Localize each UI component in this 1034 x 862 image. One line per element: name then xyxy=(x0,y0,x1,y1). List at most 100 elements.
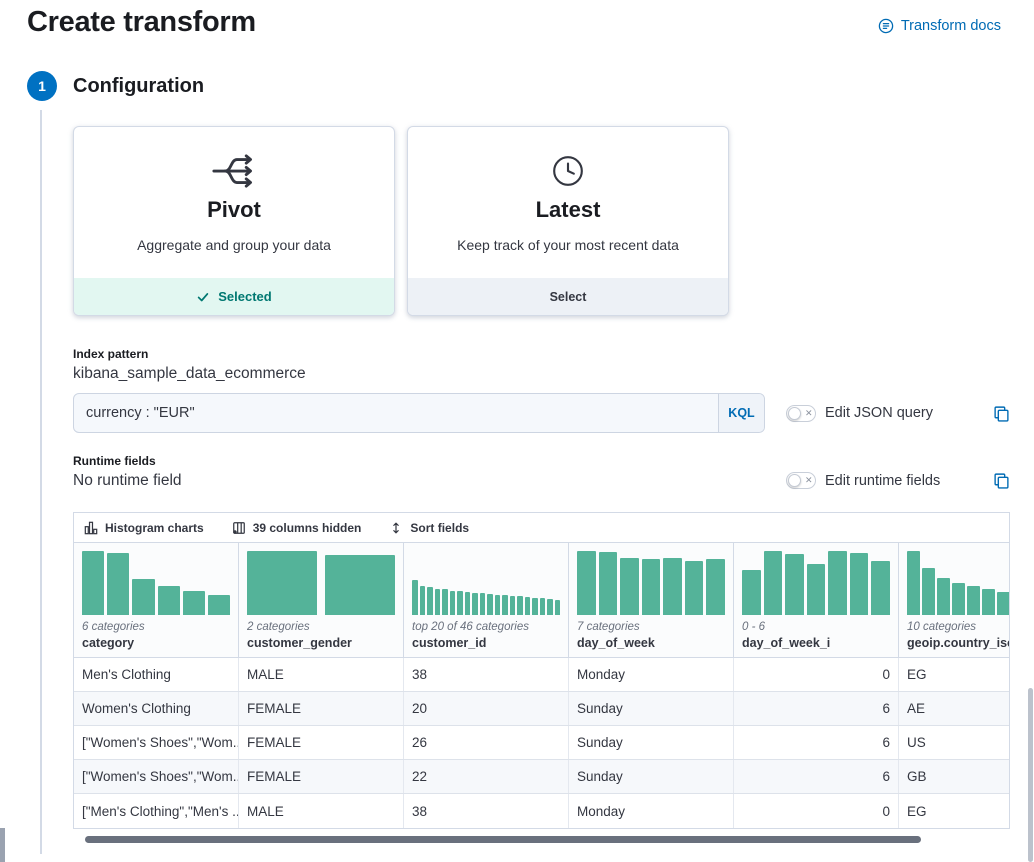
column-header-customer_id[interactable]: top 20 of 46 categoriescustomer_id xyxy=(404,543,569,657)
histogram-bar xyxy=(495,595,501,615)
query-row: currency : "EUR" KQL ✕ Edit JSON query xyxy=(73,393,1010,433)
table-cell-customer_id[interactable]: 20 xyxy=(404,692,569,725)
column-header-geoip.country_iso_code[interactable]: 10 categoriesgeoip.country_iso_code xyxy=(899,543,1010,657)
table-row: ["Women's Shoes","Wom...FEMALE22Sunday6G… xyxy=(74,760,1009,794)
column-header-day_of_week[interactable]: 7 categoriesday_of_week xyxy=(569,543,734,657)
table-cell-day_of_week_i[interactable]: 0 xyxy=(734,658,899,691)
histogram-bar xyxy=(764,551,783,615)
latest-card-footer[interactable]: Select xyxy=(408,278,728,315)
table-cell-customer_gender[interactable]: MALE xyxy=(239,794,404,828)
copy-runtime-fields-button[interactable] xyxy=(993,472,1010,489)
table-cell-geoip.country_iso_code[interactable]: EG xyxy=(899,658,1010,691)
runtime-fields-label: Runtime fields xyxy=(73,454,765,468)
histogram-bar xyxy=(472,593,478,615)
cross-icon: ✕ xyxy=(805,476,813,485)
histogram-bar xyxy=(442,589,448,615)
index-pattern-value: kibana_sample_data_ecommerce xyxy=(73,365,1010,383)
column-caption: 6 categories xyxy=(82,621,230,633)
search-query-bar[interactable]: currency : "EUR" KQL xyxy=(73,393,765,433)
table-cell-day_of_week[interactable]: Monday xyxy=(569,794,734,828)
table-row: Women's ClothingFEMALE20Sunday6AE xyxy=(74,692,1009,726)
table-cell-customer_id[interactable]: 22 xyxy=(404,760,569,793)
columns-hidden-button[interactable]: 39 columns hidden xyxy=(232,521,362,535)
table-cell-day_of_week[interactable]: Sunday xyxy=(569,726,734,759)
table-cell-category[interactable]: ["Men's Clothing","Men's ... xyxy=(74,794,239,828)
table-cell-geoip.country_iso_code[interactable]: AE xyxy=(899,692,1010,725)
histogram-bar xyxy=(785,554,804,615)
sort-fields-label: Sort fields xyxy=(410,521,469,535)
clock-icon xyxy=(408,151,728,191)
table-cell-category[interactable]: ["Women's Shoes","Wom... xyxy=(74,760,239,793)
edit-runtime-fields-toggle[interactable]: ✕ xyxy=(786,472,816,489)
latest-card-title: Latest xyxy=(408,197,728,223)
sort-fields-button[interactable]: Sort fields xyxy=(389,521,469,535)
histogram-bar xyxy=(982,589,995,615)
table-cell-day_of_week_i[interactable]: 6 xyxy=(734,726,899,759)
runtime-fields-row: Runtime fields No runtime field ✕ Edit r… xyxy=(73,454,1010,490)
histogram-bar xyxy=(577,551,596,615)
histogram-bar xyxy=(435,589,441,615)
table-cell-geoip.country_iso_code[interactable]: GB xyxy=(899,760,1010,793)
table-cell-customer_id[interactable]: 38 xyxy=(404,658,569,691)
histogram-bar xyxy=(502,595,508,615)
step-title: Configuration xyxy=(73,75,204,98)
table-cell-category[interactable]: ["Women's Shoes","Wom... xyxy=(74,726,239,759)
category-histogram xyxy=(82,551,230,615)
histogram-bar xyxy=(208,595,230,615)
table-cell-customer_gender[interactable]: FEMALE xyxy=(239,692,404,725)
table-cell-day_of_week_i[interactable]: 6 xyxy=(734,760,899,793)
column-caption: 7 categories xyxy=(577,621,725,633)
pivot-card[interactable]: Pivot Aggregate and group your data Sele… xyxy=(73,126,395,316)
table-cell-day_of_week_i[interactable]: 6 xyxy=(734,692,899,725)
horizontal-scrollbar[interactable] xyxy=(85,836,921,843)
table-cell-geoip.country_iso_code[interactable]: EG xyxy=(899,794,1010,828)
histogram-bar xyxy=(907,551,920,615)
transform-docs-link[interactable]: Transform docs xyxy=(878,18,1001,34)
histogram-bar xyxy=(952,583,965,615)
histogram-charts-button[interactable]: Histogram charts xyxy=(84,521,204,535)
table-row: ["Men's Clothing","Men's ...MALE38Monday… xyxy=(74,794,1009,828)
table-cell-customer_gender[interactable]: FEMALE xyxy=(239,726,404,759)
column-header-day_of_week_i[interactable]: 0 - 6day_of_week_i xyxy=(734,543,899,657)
histogram-bar xyxy=(412,580,418,615)
column-header-category[interactable]: 6 categoriescategory xyxy=(74,543,239,657)
left-edge-scrollbar[interactable] xyxy=(0,828,5,862)
histogram-bar xyxy=(427,587,433,615)
edit-json-query-toggle[interactable]: ✕ xyxy=(786,405,816,422)
column-name: customer_gender xyxy=(247,636,395,650)
latest-card-description: Keep track of your most recent data xyxy=(408,237,728,253)
pivot-card-footer[interactable]: Selected xyxy=(74,278,394,315)
step-header: 1 Configuration xyxy=(27,71,204,101)
table-cell-customer_id[interactable]: 38 xyxy=(404,794,569,828)
copy-query-button[interactable] xyxy=(993,405,1010,422)
table-cell-day_of_week_i[interactable]: 0 xyxy=(734,794,899,828)
columns-hidden-label: 39 columns hidden xyxy=(253,521,362,535)
check-icon xyxy=(196,290,210,304)
table-cell-customer_gender[interactable]: MALE xyxy=(239,658,404,691)
pivot-branch-icon xyxy=(74,151,394,191)
histogram-bar xyxy=(997,592,1010,615)
table-cell-day_of_week[interactable]: Monday xyxy=(569,658,734,691)
table-cell-category[interactable]: Men's Clothing xyxy=(74,658,239,691)
column-name: day_of_week_i xyxy=(742,636,890,650)
histogram-bar xyxy=(850,553,869,615)
kql-language-button[interactable]: KQL xyxy=(718,394,764,432)
table-cell-day_of_week[interactable]: Sunday xyxy=(569,692,734,725)
table-cell-category[interactable]: Women's Clothing xyxy=(74,692,239,725)
vertical-scrollbar[interactable] xyxy=(1028,688,1033,862)
histogram-bar xyxy=(247,551,317,615)
histogram-bar xyxy=(663,558,682,615)
histogram-bar xyxy=(967,586,980,615)
query-input[interactable]: currency : "EUR" xyxy=(74,394,718,432)
customer_gender-histogram xyxy=(247,551,395,615)
histogram-bar xyxy=(457,591,463,615)
table-cell-customer_gender[interactable]: FEMALE xyxy=(239,760,404,793)
table-cell-day_of_week[interactable]: Sunday xyxy=(569,760,734,793)
latest-card[interactable]: Latest Keep track of your most recent da… xyxy=(407,126,729,316)
toggle-thumb xyxy=(788,407,801,420)
transform-method-cards: Pivot Aggregate and group your data Sele… xyxy=(73,126,1010,316)
step-connector-line xyxy=(40,110,42,854)
column-header-customer_gender[interactable]: 2 categoriescustomer_gender xyxy=(239,543,404,657)
table-cell-geoip.country_iso_code[interactable]: US xyxy=(899,726,1010,759)
table-cell-customer_id[interactable]: 26 xyxy=(404,726,569,759)
